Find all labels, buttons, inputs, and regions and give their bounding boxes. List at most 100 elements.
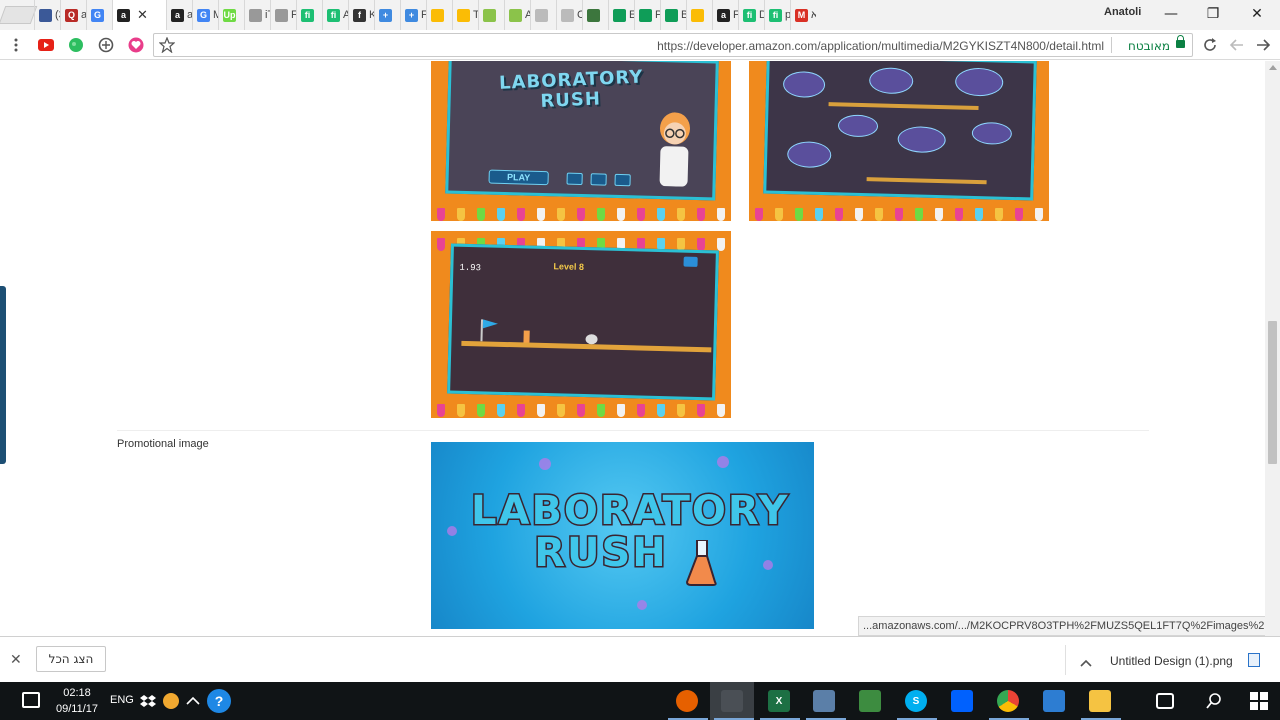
browser-tab[interactable]: Mדוא [790,0,816,30]
browser-tab[interactable]: iTu [244,0,270,30]
browser-tab[interactable]: Fiv [270,0,296,30]
secure-label[interactable]: מאובטח [1128,39,1170,53]
restore-icon[interactable]: ❐ [1192,0,1234,28]
youtube-extension-icon[interactable] [38,38,54,57]
screenshot-title-screen[interactable]: LABORATORY RUSH PLAY [431,61,731,221]
new-tab-button[interactable] [0,6,38,24]
browser-tab[interactable]: fKe [348,0,374,30]
browser-tab[interactable] [686,0,712,30]
tab-favicon-google-icon: G [91,8,104,22]
show-all-button[interactable]: הצג הכל [36,646,106,672]
screenshot-tutorial[interactable] [749,61,1049,221]
flask-decoration [955,208,963,221]
dropbox-tray-icon[interactable] [140,693,156,709]
close-tab-icon[interactable]: ✕ [137,7,148,23]
tab-favicon-fiverr-icon: fi [301,8,314,22]
forward-disabled-icon[interactable] [1229,37,1245,58]
chevron-up-icon[interactable] [1080,655,1092,673]
browser-tab[interactable]: fiArt [322,0,348,30]
back-icon[interactable] [1255,37,1271,58]
search-icon[interactable] [1203,690,1225,712]
tab-favicon-gmail-icon: M [795,8,808,22]
browser-tab[interactable]: Up [218,0,244,30]
excel-taskbar-icon[interactable]: X [768,690,790,712]
windows-start-icon[interactable] [1248,690,1270,712]
browser-tab[interactable]: fipar [764,0,790,30]
close-download-bar-icon[interactable]: ✕ [10,652,22,668]
bubble [447,526,457,536]
browser-tab[interactable]: G [86,0,112,30]
minimize-icon[interactable]: — [1150,0,1192,28]
flask-decoration [497,404,505,417]
tab-favicon-doc-icon [561,8,574,22]
clock-date: 09/11/17 [55,703,98,715]
promotional-image[interactable]: LABORATORY RUSH [431,442,814,629]
browser-tab[interactable] [426,0,452,30]
url-text[interactable]: https://developer.amazon.com/application… [657,39,1104,53]
browser-tab[interactable] [582,0,608,30]
browser-tab[interactable]: Ch [556,0,582,30]
scrollbar-thumb[interactable] [1268,321,1277,464]
chrome-taskbar-icon[interactable] [997,690,1019,712]
browser-tab[interactable]: +Fin [400,0,426,30]
flask-decoration [537,404,545,417]
address-bar[interactable]: https://developer.amazon.com/application… [153,33,1193,57]
flask-row [431,201,731,221]
skype-taskbar-icon[interactable]: S [905,690,927,712]
browser-tab[interactable] [530,0,556,30]
browser-tab[interactable]: Qam [60,0,86,30]
browser-tab[interactable]: Th [452,0,478,30]
lock-icon[interactable] [1176,35,1185,48]
tray-overflow-chevron-icon[interactable] [186,694,200,708]
browser-tab[interactable]: aFin [712,0,738,30]
flask-decoration [677,208,685,221]
flask-decoration [457,404,465,417]
browser-tab[interactable]: + [374,0,400,30]
browser-tab[interactable]: Ap [504,0,530,30]
screenshot-gameplay[interactable]: 1.93 Level 8 [431,231,731,418]
bookmark-star-icon[interactable] [158,36,176,58]
tab-favicon-doc-icon [535,8,548,22]
browser-tab[interactable]: a ✕ [112,0,166,30]
feedback-side-tab[interactable] [0,286,6,464]
menu-dots-icon[interactable] [8,37,24,53]
language-indicator[interactable]: ENG [110,694,134,706]
help-icon[interactable]: ? [207,689,231,713]
browser-tab[interactable]: Bal [660,0,686,30]
scroll-up-icon[interactable] [1269,65,1277,70]
app-taskbar-icon[interactable] [721,690,743,712]
action-center-icon[interactable] [22,692,40,708]
tab-favicon-sheets-icon [639,8,652,22]
browser-tab[interactable]: (3) [34,0,60,30]
reload-icon[interactable] [1202,37,1218,58]
file-explorer-taskbar-icon[interactable] [1089,690,1111,712]
app-taskbar-icon[interactable] [859,690,881,712]
flask-decoration [437,404,445,417]
download-file-name[interactable]: Untitled Design (1).png [1110,654,1233,668]
evernote-extension-icon[interactable] [68,37,84,58]
tab-favicon-drive-icon [431,8,444,22]
flask-decoration [657,208,665,221]
taskbar-clock[interactable]: 02:18 09/11/17 [52,685,102,717]
browser-tab[interactable]: Pas [634,0,660,30]
firefox-taskbar-icon[interactable] [676,690,698,712]
store-taskbar-icon[interactable] [1043,690,1065,712]
browser-tab[interactable] [478,0,504,30]
dropbox-taskbar-icon[interactable] [951,690,973,712]
browser-tab[interactable]: aam [166,0,192,30]
task-view-icon[interactable] [1156,693,1174,709]
tab-favicon-sheets-icon [613,8,626,22]
close-window-icon[interactable]: ✕ [1236,0,1278,28]
sync-extension-icon[interactable] [98,37,114,58]
browser-tab[interactable]: fiDo [738,0,764,30]
profile-name[interactable]: Anatoli [1104,6,1141,18]
browser-tab[interactable]: Exp [608,0,634,30]
download-item[interactable]: Untitled Design (1).png [1065,645,1275,675]
page-scrollbar[interactable] [1265,61,1280,636]
heart-extension-icon[interactable] [128,37,144,58]
app-taskbar-icon[interactable] [813,690,835,712]
browser-tab[interactable]: fi [296,0,322,30]
browser-tab[interactable]: GMc [192,0,218,30]
tray-app-icon[interactable] [163,693,179,709]
flask-decoration [577,404,585,417]
